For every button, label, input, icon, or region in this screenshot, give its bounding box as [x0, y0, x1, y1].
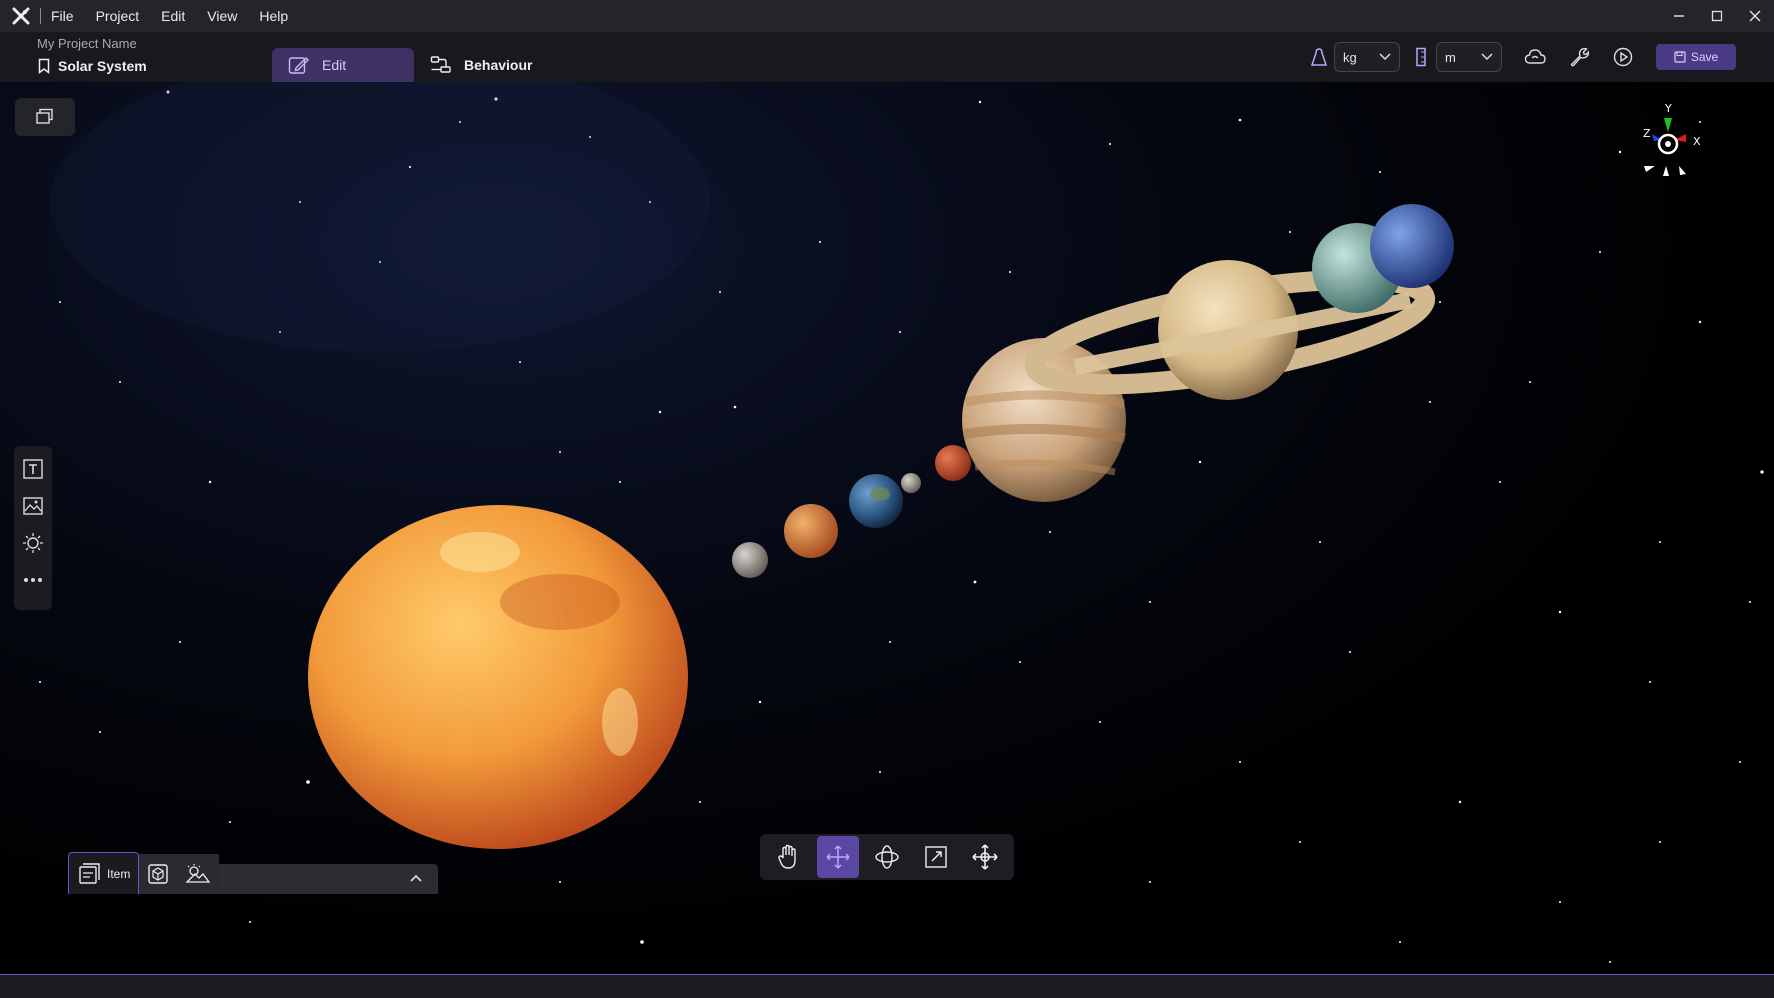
rotate-tool-icon[interactable]: [866, 836, 908, 878]
scene-name: Solar System: [58, 58, 147, 74]
mercury-model[interactable]: [732, 542, 768, 578]
wrench-icon[interactable]: [1564, 42, 1594, 72]
cube-icon: [148, 864, 169, 884]
mass-unit-select[interactable]: kg: [1334, 42, 1400, 72]
item-icon: [79, 862, 100, 884]
more-icon[interactable]: [20, 567, 46, 593]
app-logo-icon[interactable]: [10, 5, 32, 27]
neptune-model[interactable]: [1370, 204, 1454, 288]
menu-help[interactable]: Help: [259, 8, 288, 24]
title-separator: [40, 8, 41, 24]
tab-behaviour[interactable]: Behaviour: [414, 48, 548, 82]
behaviour-icon: [430, 56, 451, 73]
weight-icon: [1304, 42, 1334, 72]
chevron-down-icon: [1481, 53, 1493, 61]
sun-model[interactable]: [308, 505, 688, 849]
status-bar: [0, 975, 1774, 998]
orientation-gizmo[interactable]: Y X Z: [1614, 96, 1714, 186]
save-icon: [1674, 51, 1686, 63]
cloud-sync-icon[interactable]: [1520, 42, 1550, 72]
mass-unit-value: kg: [1343, 49, 1357, 65]
gizmo-y-label: Y: [1664, 102, 1672, 115]
tab-edit[interactable]: Edit: [272, 48, 414, 82]
chevron-up-icon[interactable]: [405, 866, 427, 890]
bookmark-icon: [38, 58, 50, 74]
tab-edit-label: Edit: [322, 57, 347, 73]
ruler-icon: [1406, 42, 1436, 72]
venus-model[interactable]: [784, 504, 838, 558]
length-unit-select[interactable]: m: [1436, 42, 1502, 72]
menu-project[interactable]: Project: [96, 8, 140, 24]
tab-objects[interactable]: [139, 854, 178, 894]
maximize-icon[interactable]: [1698, 0, 1736, 32]
pan-hand-icon[interactable]: [768, 836, 810, 878]
layers-toggle-button[interactable]: [15, 98, 75, 136]
moon-model[interactable]: [901, 473, 921, 493]
tab-behaviour-label: Behaviour: [464, 57, 533, 73]
tab-item[interactable]: Item: [68, 852, 140, 894]
gizmo-z-label: Z: [1643, 127, 1651, 140]
save-button[interactable]: Save: [1656, 44, 1736, 70]
copy-icon: [36, 108, 53, 124]
text-tool-icon[interactable]: [20, 456, 46, 482]
insert-toolbar: [14, 446, 52, 610]
mars-model[interactable]: [935, 445, 971, 481]
menu-file[interactable]: File: [51, 8, 74, 24]
chevron-down-icon: [1379, 53, 1391, 61]
project-header: My Project Name Solar System Edit Behavi…: [0, 32, 1774, 82]
project-name: My Project Name: [37, 36, 137, 51]
environment-icon: [185, 864, 211, 883]
tab-environment[interactable]: [177, 854, 220, 894]
move-tool-icon[interactable]: [816, 836, 859, 878]
menu-view[interactable]: View: [207, 8, 237, 24]
menu-edit[interactable]: Edit: [161, 8, 185, 24]
transform-toolbar: [760, 834, 1014, 880]
save-label: Save: [1690, 50, 1719, 64]
play-icon[interactable]: [1608, 42, 1638, 72]
scale-tool-icon[interactable]: [915, 836, 957, 878]
title-bar: File Project Edit View Help: [0, 0, 1774, 32]
transform-all-icon[interactable]: [964, 836, 1006, 878]
minimize-icon[interactable]: [1660, 0, 1698, 32]
close-icon[interactable]: [1736, 0, 1774, 32]
bottom-panel-tabs: Item: [68, 852, 220, 894]
light-tool-icon[interactable]: [20, 530, 46, 556]
scene-selector[interactable]: Solar System: [38, 58, 147, 74]
image-tool-icon[interactable]: [20, 493, 46, 519]
earth-model[interactable]: [849, 474, 903, 528]
edit-icon: [288, 57, 309, 74]
tab-item-label: Item: [107, 866, 131, 881]
gizmo-x-label: X: [1693, 135, 1701, 148]
length-unit-value: m: [1445, 49, 1456, 65]
